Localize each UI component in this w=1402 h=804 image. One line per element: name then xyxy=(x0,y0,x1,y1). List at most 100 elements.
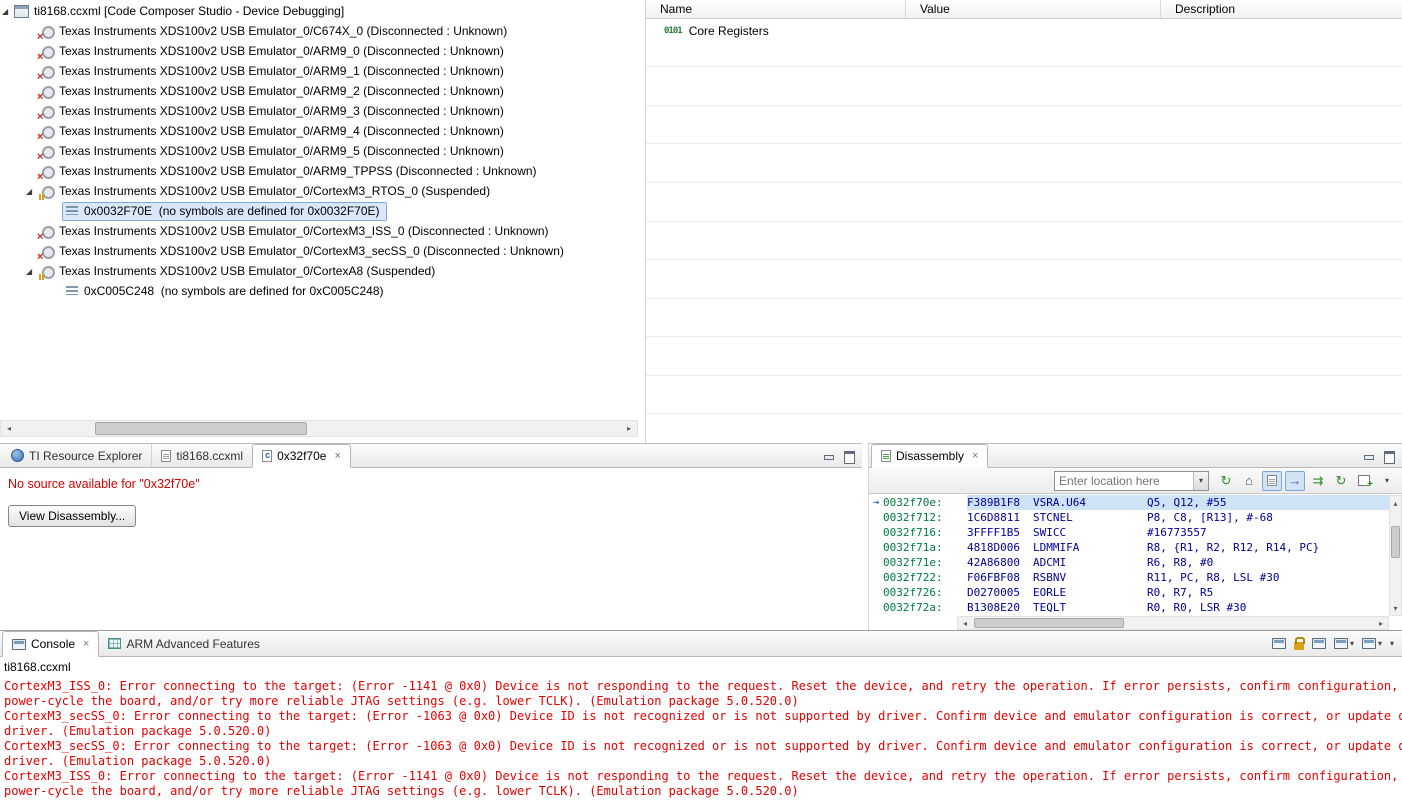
scroll-up-icon[interactable]: ▴ xyxy=(1390,496,1401,510)
refresh-icon[interactable]: ↻ xyxy=(1216,471,1236,491)
view-disassembly-button[interactable]: View Disassembly... xyxy=(8,505,137,527)
debug-core-cortexa8[interactable]: ◢ Texas Instruments XDS100v2 USB Emulato… xyxy=(0,261,638,281)
scrollbar-track[interactable] xyxy=(972,617,1374,629)
column-header-name[interactable]: Name xyxy=(646,0,906,18)
scroll-left-icon[interactable]: ◂ xyxy=(958,617,972,629)
instruction-pointer-icon: → xyxy=(872,497,880,508)
view-menu-icon[interactable]: ▾ xyxy=(1390,639,1394,648)
scroll-right-icon[interactable]: ▸ xyxy=(1374,617,1388,629)
address: 0032f70e: xyxy=(883,496,943,509)
show-source-toggle-icon[interactable] xyxy=(1262,470,1282,491)
debug-core-cortexm3-iss[interactable]: Texas Instruments XDS100v2 USB Emulator_… xyxy=(0,221,638,243)
disassembly-toolbar: ▾ ↻ ⌂ → ⇉ ↻ ▾ xyxy=(869,468,1402,494)
scroll-right-icon[interactable]: ▸ xyxy=(621,421,637,436)
maximize-icon[interactable] xyxy=(842,450,855,464)
disassembly-row[interactable]: 0032f722: F06FBF08 RSBNV R11, PC, R8, LSL … xyxy=(869,570,1389,585)
debug-core-arm9-3[interactable]: Texas Instruments XDS100v2 USB Emulator_… xyxy=(0,101,638,123)
debug-core-arm9-1[interactable]: Texas Instruments XDS100v2 USB Emulator_… xyxy=(0,61,638,83)
tab-arm-advanced-features[interactable]: ARM Advanced Features xyxy=(99,631,268,656)
console-error-line: driver. (Emulation package 5.0.520.0) xyxy=(4,754,272,768)
mnemonic: TEQLT xyxy=(1033,601,1067,614)
display-selected-console-button[interactable]: ▾ xyxy=(1333,638,1354,649)
debug-tree-hscrollbar[interactable]: ◂ ▸ xyxy=(0,420,638,437)
scrollbar-thumb[interactable] xyxy=(974,618,1124,628)
column-header-value[interactable]: Value xyxy=(906,0,1161,18)
debug-core-arm9-4[interactable]: Texas Instruments XDS100v2 USB Emulator_… xyxy=(0,121,638,143)
disassembly-row-current[interactable]: → 0032f70e: F389B1F8 VSRA.U64 Q5, Q12, #55 xyxy=(869,495,1389,510)
frame-box[interactable]: 0xC005C248 (no symbols are defined for 0… xyxy=(62,282,391,301)
scrollbar-track[interactable] xyxy=(1390,510,1401,601)
disassembly-row[interactable]: 0032f712: 1C6D8811 STCNEL P8, C8, [R13], #… xyxy=(869,510,1389,525)
expand-toggle-icon[interactable]: ◢ xyxy=(2,7,14,16)
selected-frame-box[interactable]: 0x0032F70E (no symbols are defined for 0… xyxy=(62,201,387,221)
view-window-buttons xyxy=(1362,444,1402,467)
tree-item-label: Texas Instruments XDS100v2 USB Emulator_… xyxy=(59,64,504,78)
editor-area: TI Resource Explorer ti8168.ccxml 0x32f7… xyxy=(0,443,862,630)
tab-ccxml-file[interactable]: ti8168.ccxml xyxy=(151,444,252,467)
debug-core-arm9-tppss[interactable]: Texas Instruments XDS100v2 USB Emulator_… xyxy=(0,161,638,183)
close-tab-icon[interactable]: × xyxy=(972,451,978,462)
location-input[interactable] xyxy=(1055,471,1193,490)
console-output[interactable]: ti8168.ccxml CortexM3_ISS_0: Error conne… xyxy=(0,657,1402,804)
minimize-icon[interactable] xyxy=(1362,450,1375,462)
refresh-view-icon[interactable]: ↻ xyxy=(1331,471,1351,491)
close-tab-icon[interactable]: × xyxy=(83,639,89,650)
gutter xyxy=(869,570,883,585)
debug-core-arm9-2[interactable]: Texas Instruments XDS100v2 USB Emulator_… xyxy=(0,81,638,103)
step-arrows-icon[interactable]: ⇉ xyxy=(1308,471,1328,491)
disassembly-row[interactable]: 0032f726: D0270005 EORLE R0, R7, R5 xyxy=(869,585,1389,600)
view-window-buttons xyxy=(822,444,862,467)
debug-core-cortexm3-secss[interactable]: Texas Instruments XDS100v2 USB Emulator_… xyxy=(0,241,638,263)
maximize-icon[interactable] xyxy=(1382,450,1395,464)
combo-dropdown-icon[interactable]: ▾ xyxy=(1193,471,1208,490)
tab-console[interactable]: Console × xyxy=(2,631,100,657)
stack-frame[interactable]: 0xC005C248 (no symbols are defined for 0… xyxy=(0,281,638,301)
debug-core-arm9-0[interactable]: Texas Instruments XDS100v2 USB Emulator_… xyxy=(0,41,638,63)
disassembly-row[interactable]: 0032f716: 3FFFF1B5 SWICC #16773557 xyxy=(869,525,1389,540)
close-tab-icon[interactable]: × xyxy=(334,451,340,462)
disassembly-row[interactable]: 0032f72a: B1308E20 TEQLT R0, R0, LSR #30 xyxy=(869,600,1389,615)
expand-toggle-icon[interactable]: ◢ xyxy=(26,187,38,196)
pin-console-icon[interactable] xyxy=(1271,638,1286,649)
opcode: B1308E20 xyxy=(967,601,1020,614)
c-file-icon xyxy=(262,450,273,462)
debug-tree: ◢ ti8168.ccxml [Code Composer Studio - D… xyxy=(0,0,638,420)
tab-disassembly[interactable]: Disassembly × xyxy=(871,444,989,468)
location-combo[interactable]: ▾ xyxy=(1054,470,1209,491)
minimize-icon[interactable] xyxy=(822,450,835,462)
editor-tabbar: TI Resource Explorer ti8168.ccxml 0x32f7… xyxy=(0,444,862,468)
stack-frame-selected[interactable]: 0x0032F70E (no symbols are defined for 0… xyxy=(0,201,638,221)
debug-target-icon xyxy=(14,4,29,18)
view-menu-icon[interactable]: ▾ xyxy=(1377,471,1397,491)
stack-frame-icon xyxy=(66,286,78,295)
tab-ti-resource-explorer[interactable]: TI Resource Explorer xyxy=(2,444,151,467)
scrollbar-thumb[interactable] xyxy=(95,422,307,435)
arm-advanced-features-icon xyxy=(108,638,122,649)
debug-core-c674x[interactable]: Texas Instruments XDS100v2 USB Emulator_… xyxy=(0,21,638,43)
disassembly-hscrollbar[interactable]: ◂ ▸ xyxy=(957,616,1389,630)
disassembly-row[interactable]: 0032f71a: 4818D006 LDMMIFA R8, {R1, R2, R1… xyxy=(869,540,1389,555)
register-group-row[interactable]: 0101 Core Registers xyxy=(646,21,1402,40)
home-icon[interactable]: ⌂ xyxy=(1239,471,1259,491)
open-console-button[interactable]: ▾ xyxy=(1361,638,1382,649)
opcode: 3FFFF1B5 xyxy=(967,526,1020,539)
debug-core-cortexm3-rtos[interactable]: ◢ Texas Instruments XDS100v2 USB Emulato… xyxy=(0,181,638,201)
debug-session-root[interactable]: ◢ ti8168.ccxml [Code Composer Studio - D… xyxy=(0,1,638,21)
scroll-lock-icon[interactable] xyxy=(1293,636,1305,650)
clear-console-icon[interactable] xyxy=(1311,638,1326,649)
disassembly-row[interactable]: 0032f71e: 42A86800 ADCMI R6, R8, #0 xyxy=(869,555,1389,570)
debug-core-arm9-5[interactable]: Texas Instruments XDS100v2 USB Emulator_… xyxy=(0,141,638,163)
scrollbar-track[interactable] xyxy=(17,421,621,436)
open-console-icon xyxy=(1361,638,1376,649)
scroll-down-icon[interactable]: ▾ xyxy=(1390,601,1401,615)
track-pc-toggle-icon[interactable]: → xyxy=(1285,470,1305,491)
column-header-description[interactable]: Description xyxy=(1161,0,1402,18)
scrollbar-thumb[interactable] xyxy=(1391,526,1400,558)
tab-0x32f70e[interactable]: 0x32f70e × xyxy=(252,444,351,468)
disassembly-vscrollbar[interactable]: ▴ ▾ xyxy=(1389,495,1402,616)
scroll-left-icon[interactable]: ◂ xyxy=(1,421,17,436)
expand-toggle-icon[interactable]: ◢ xyxy=(26,267,38,276)
new-disassembly-view-icon[interactable] xyxy=(1354,471,1374,491)
disassembly-listing[interactable]: → 0032f70e: F389B1F8 VSRA.U64 Q5, Q12, #55… xyxy=(869,495,1389,616)
console-error-line: CortexM3_ISS_0: Error connecting to the … xyxy=(4,769,1399,783)
